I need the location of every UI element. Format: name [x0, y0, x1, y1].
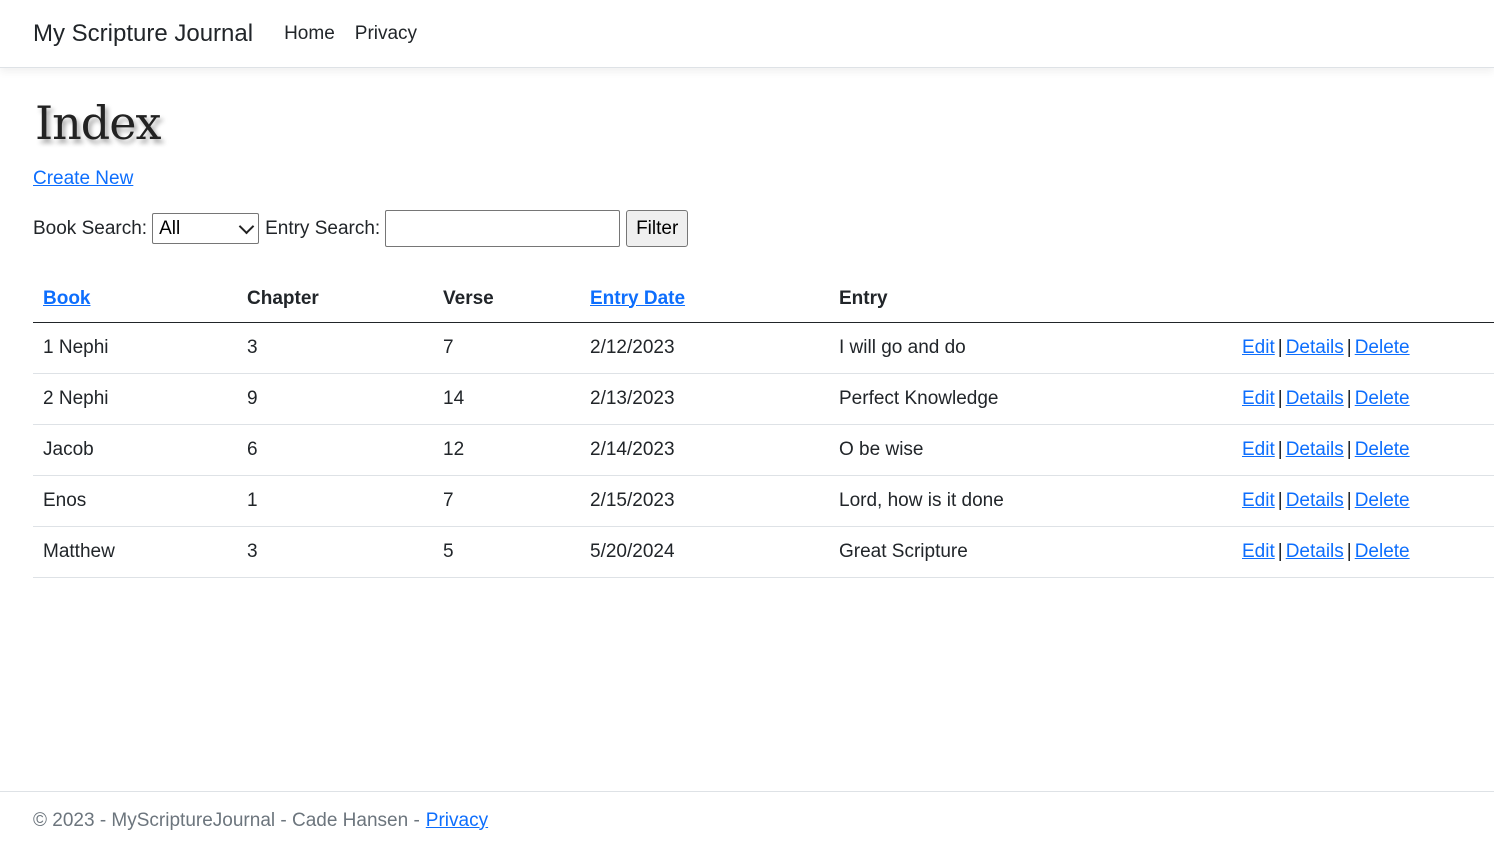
book-search-selected: All — [159, 217, 181, 239]
cell-verse: 7 — [433, 322, 580, 374]
cell-entry-date: 2/14/2023 — [580, 424, 829, 476]
action-separator: | — [1346, 337, 1352, 358]
cell-chapter: 3 — [237, 526, 433, 578]
journal-table: Book Chapter Verse Entry Date Entry 1 Ne… — [33, 275, 1494, 578]
brand-link[interactable]: My Scripture Journal — [33, 20, 253, 48]
cell-entry: Great Scripture — [829, 526, 1232, 578]
delete-link[interactable]: Delete — [1355, 490, 1410, 511]
details-link[interactable]: Details — [1286, 439, 1344, 460]
edit-link[interactable]: Edit — [1242, 337, 1275, 358]
cell-verse: 7 — [433, 475, 580, 527]
cell-verse: 5 — [433, 526, 580, 578]
cell-actions: Edit | Details | Delete — [1232, 373, 1494, 425]
main-content: Index Create New Book Search: All Entry … — [0, 92, 1494, 578]
header-chapter: Chapter — [237, 275, 433, 323]
top-navbar: My Scripture Journal Home Privacy — [0, 0, 1494, 68]
cell-entry-date: 5/20/2024 — [580, 526, 829, 578]
cell-entry: Perfect Knowledge — [829, 373, 1232, 425]
table-row: Jacob 6 12 2/14/2023 O be wise Edit | Details | D… — [33, 424, 1494, 476]
chevron-down-icon — [238, 218, 255, 234]
entry-search-label: Entry Search: — [265, 217, 381, 239]
cell-book: Jacob — [33, 424, 237, 476]
cell-chapter: 6 — [237, 424, 433, 476]
book-search-label: Book Search: — [33, 217, 148, 239]
action-separator: | — [1277, 388, 1283, 409]
header-verse: Verse — [433, 275, 580, 323]
header-entry: Entry — [829, 275, 1232, 323]
table-row: 2 Nephi 9 14 2/13/2023 Perfect Knowledge Edit… — [33, 373, 1494, 425]
page-title: Index — [35, 96, 161, 150]
header-actions — [1232, 275, 1494, 323]
sort-entry-date-link[interactable]: Entry Date — [590, 288, 685, 309]
footer-privacy-link[interactable]: Privacy — [426, 810, 488, 832]
footer: © 2023 - MyScriptureJournal - Cade Hanse… — [0, 791, 1494, 849]
edit-link[interactable]: Edit — [1242, 490, 1275, 511]
delete-link[interactable]: Delete — [1355, 388, 1410, 409]
table-row: Enos 1 7 2/15/2023 Lord, how is it done Edit |… — [33, 475, 1494, 527]
cell-actions: Edit | Details | Delete — [1232, 424, 1494, 476]
action-separator: | — [1346, 490, 1352, 511]
action-separator: | — [1277, 337, 1283, 358]
action-separator: | — [1277, 490, 1283, 511]
cell-entry: I will go and do — [829, 322, 1232, 374]
table-body: 1 Nephi 3 7 2/12/2023 I will go and do Edit | D… — [33, 322, 1494, 578]
details-link[interactable]: Details — [1286, 337, 1344, 358]
table-header-row: Book Chapter Verse Entry Date Entry — [33, 275, 1494, 323]
cell-chapter: 3 — [237, 322, 433, 374]
cell-chapter: 1 — [237, 475, 433, 527]
delete-link[interactable]: Delete — [1355, 541, 1410, 562]
create-new-link[interactable]: Create New — [33, 168, 133, 190]
cell-entry-date: 2/13/2023 — [580, 373, 829, 425]
cell-book: Matthew — [33, 526, 237, 578]
cell-actions: Edit | Details | Delete — [1232, 475, 1494, 527]
cell-chapter: 9 — [237, 373, 433, 425]
nav-privacy-link[interactable]: Privacy — [355, 23, 417, 45]
action-separator: | — [1346, 541, 1352, 562]
delete-link[interactable]: Delete — [1355, 439, 1410, 460]
cell-entry: O be wise — [829, 424, 1232, 476]
table-row: Matthew 3 5 5/20/2024 Great Scripture Edit | De… — [33, 526, 1494, 578]
cell-actions: Edit | Details | Delete — [1232, 526, 1494, 578]
cell-entry-date: 2/15/2023 — [580, 475, 829, 527]
cell-verse: 12 — [433, 424, 580, 476]
cell-verse: 14 — [433, 373, 580, 425]
cell-book: 1 Nephi — [33, 322, 237, 374]
sort-book-link[interactable]: Book — [43, 288, 91, 309]
action-separator: | — [1277, 439, 1283, 460]
book-search-select[interactable]: All — [152, 213, 260, 244]
cell-entry-date: 2/12/2023 — [580, 322, 829, 374]
filter-form: Book Search: All Entry Search: Filter — [33, 210, 1494, 247]
cell-book: Enos — [33, 475, 237, 527]
details-link[interactable]: Details — [1286, 541, 1344, 562]
filter-button[interactable]: Filter — [626, 210, 689, 247]
action-separator: | — [1346, 439, 1352, 460]
cell-actions: Edit | Details | Delete — [1232, 322, 1494, 374]
edit-link[interactable]: Edit — [1242, 439, 1275, 460]
cell-book: 2 Nephi — [33, 373, 237, 425]
delete-link[interactable]: Delete — [1355, 337, 1410, 358]
edit-link[interactable]: Edit — [1242, 541, 1275, 562]
cell-entry: Lord, how is it done — [829, 475, 1232, 527]
details-link[interactable]: Details — [1286, 388, 1344, 409]
edit-link[interactable]: Edit — [1242, 388, 1275, 409]
details-link[interactable]: Details — [1286, 490, 1344, 511]
nav-home-link[interactable]: Home — [284, 23, 335, 45]
action-separator: | — [1346, 388, 1352, 409]
action-separator: | — [1277, 541, 1283, 562]
entry-search-input[interactable] — [385, 210, 621, 247]
table-row: 1 Nephi 3 7 2/12/2023 I will go and do Edit | D… — [33, 322, 1494, 374]
footer-text: © 2023 - MyScriptureJournal - Cade Hanse… — [33, 809, 420, 831]
